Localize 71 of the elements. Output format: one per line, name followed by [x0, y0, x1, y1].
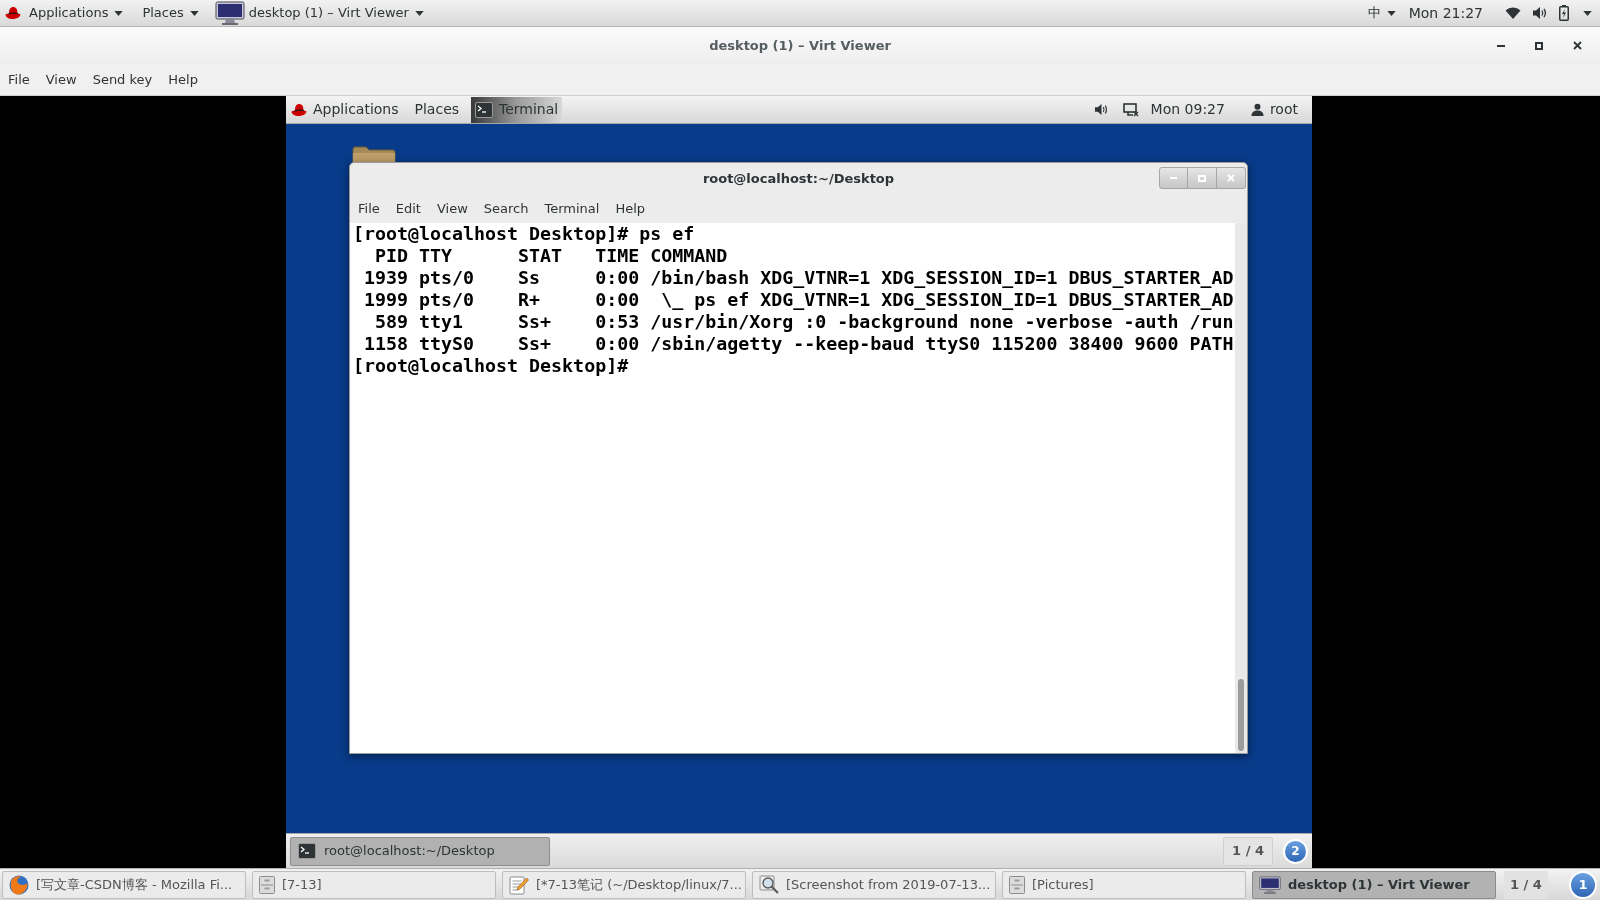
caret-icon [414, 10, 424, 16]
input-method-menu[interactable]: 中 [1367, 0, 1396, 27]
hat-logo-icon [291, 102, 307, 117]
terminal-line: [root@localhost Desktop]# [353, 355, 630, 377]
window-list-button[interactable]: root@localhost:~/Desktop [290, 836, 550, 866]
globe-icon [9, 874, 29, 895]
maximize-icon [1198, 174, 1206, 182]
minimize-icon [1497, 44, 1505, 47]
terminal-line: 1939 pts/0 Ss 0:00 /bin/bash XDG_VTNR=1 XDG_SESSION_ID=1 DBUS_STARTER_AD [363, 267, 1235, 289]
taskbar-button[interactable]: [Pictures] [1002, 870, 1246, 899]
active-window-menu[interactable]: desktop (1) – Virt Viewer [248, 0, 424, 27]
terminal-title: root@localhost:~/Desktop [702, 169, 895, 188]
caret-icon [114, 10, 124, 16]
maximize-icon [1535, 41, 1543, 50]
wifi-icon [1505, 7, 1521, 19]
terminal-line: 1999 pts/0 R+ 0:00 \_ ps ef XDG_VTNR=1 XDG_SESSION_ID=1 DBUS_STARTER_AD [363, 289, 1235, 311]
terminal-line: [root@localhost Desktop]# ps ef [353, 223, 696, 245]
notepad-pencil-icon [509, 874, 529, 895]
terminal-icon [475, 101, 494, 118]
terminal-menu-item[interactable]: Edit [395, 198, 421, 219]
terminal-menu-item[interactable]: Terminal [544, 198, 600, 219]
menu-item[interactable]: View [45, 69, 77, 90]
menu-item[interactable]: File [8, 69, 30, 90]
menu-item[interactable]: Help [168, 69, 198, 90]
menu-item[interactable]: Send key [92, 69, 153, 90]
battery-icon [1559, 5, 1569, 21]
taskbar-button[interactable]: [7-13] [252, 870, 496, 899]
close-icon [1227, 174, 1235, 182]
taskbar-button[interactable]: [Screenshot from 2019-07-13... [752, 870, 996, 899]
terminal-menu-item[interactable]: Search [483, 198, 529, 219]
app-menu[interactable]: Terminal [471, 96, 563, 123]
notification-badge[interactable]: 1 [1569, 870, 1597, 899]
workspace-indicator[interactable]: 1 / 4 [1504, 870, 1548, 899]
terminal-line: 1158 ttyS0 Ss+ 0:00 /sbin/agetty --keep-baud ttyS0 115200 38400 9600 PATH [363, 333, 1235, 355]
top-bar-menu[interactable]: Places [142, 0, 199, 27]
speaker-icon [1093, 103, 1109, 116]
monitor-icon [214, 1, 245, 25]
window-title: desktop (1) – Virt Viewer [709, 36, 891, 55]
guest-clock[interactable]: Mon 09:27 [1150, 99, 1225, 120]
guest-menu[interactable]: Applications [313, 95, 399, 124]
taskbar-button[interactable]: [写文章-CSDN博客 - Mozilla Fi... [2, 870, 246, 899]
folder-icon [352, 146, 396, 162]
taskbar-button[interactable]: [*7-13笔记 (~/Desktop/linux/7... [502, 870, 746, 899]
minimize-button[interactable] [1159, 167, 1188, 189]
guest-menu[interactable]: Places [414, 95, 460, 124]
close-icon [1572, 41, 1582, 50]
file-cabinet-icon [1009, 875, 1025, 894]
hat-logo-icon [5, 6, 21, 20]
terminal-line: PID TTY STAT TIME COMMAND [374, 245, 729, 267]
monitor-icon [1122, 102, 1139, 117]
terminal-menu-item[interactable]: Help [615, 198, 646, 219]
taskbar-button[interactable]: desktop (1) – Virt Viewer [1252, 870, 1496, 899]
terminal-menu-item[interactable]: View [436, 198, 468, 219]
top-bar-menu[interactable]: Applications [29, 0, 124, 27]
person-icon [1250, 103, 1264, 116]
caret-icon [1386, 10, 1396, 16]
clock[interactable]: Mon 21:27 [1408, 0, 1483, 27]
monitor-icon [1259, 875, 1281, 894]
terminal-icon [298, 843, 316, 859]
terminal-menu-item[interactable]: File [358, 198, 380, 219]
user-menu[interactable]: root [1250, 99, 1298, 120]
magnifier-picture-icon [759, 874, 779, 895]
caret-icon [1583, 10, 1592, 16]
notification-badge[interactable]: 2 [1283, 838, 1308, 864]
terminal-line: 589 tty1 Ss+ 0:53 /usr/bin/Xorg :0 -background none -verbose -auth /run [374, 311, 1235, 333]
file-cabinet-icon [259, 875, 275, 894]
caret-icon [189, 10, 199, 16]
workspace-indicator[interactable]: 1 / 4 [1223, 836, 1273, 866]
scrollbar-thumb[interactable] [1238, 679, 1244, 751]
minimize-icon [1170, 177, 1177, 179]
speaker-icon [1532, 6, 1548, 20]
